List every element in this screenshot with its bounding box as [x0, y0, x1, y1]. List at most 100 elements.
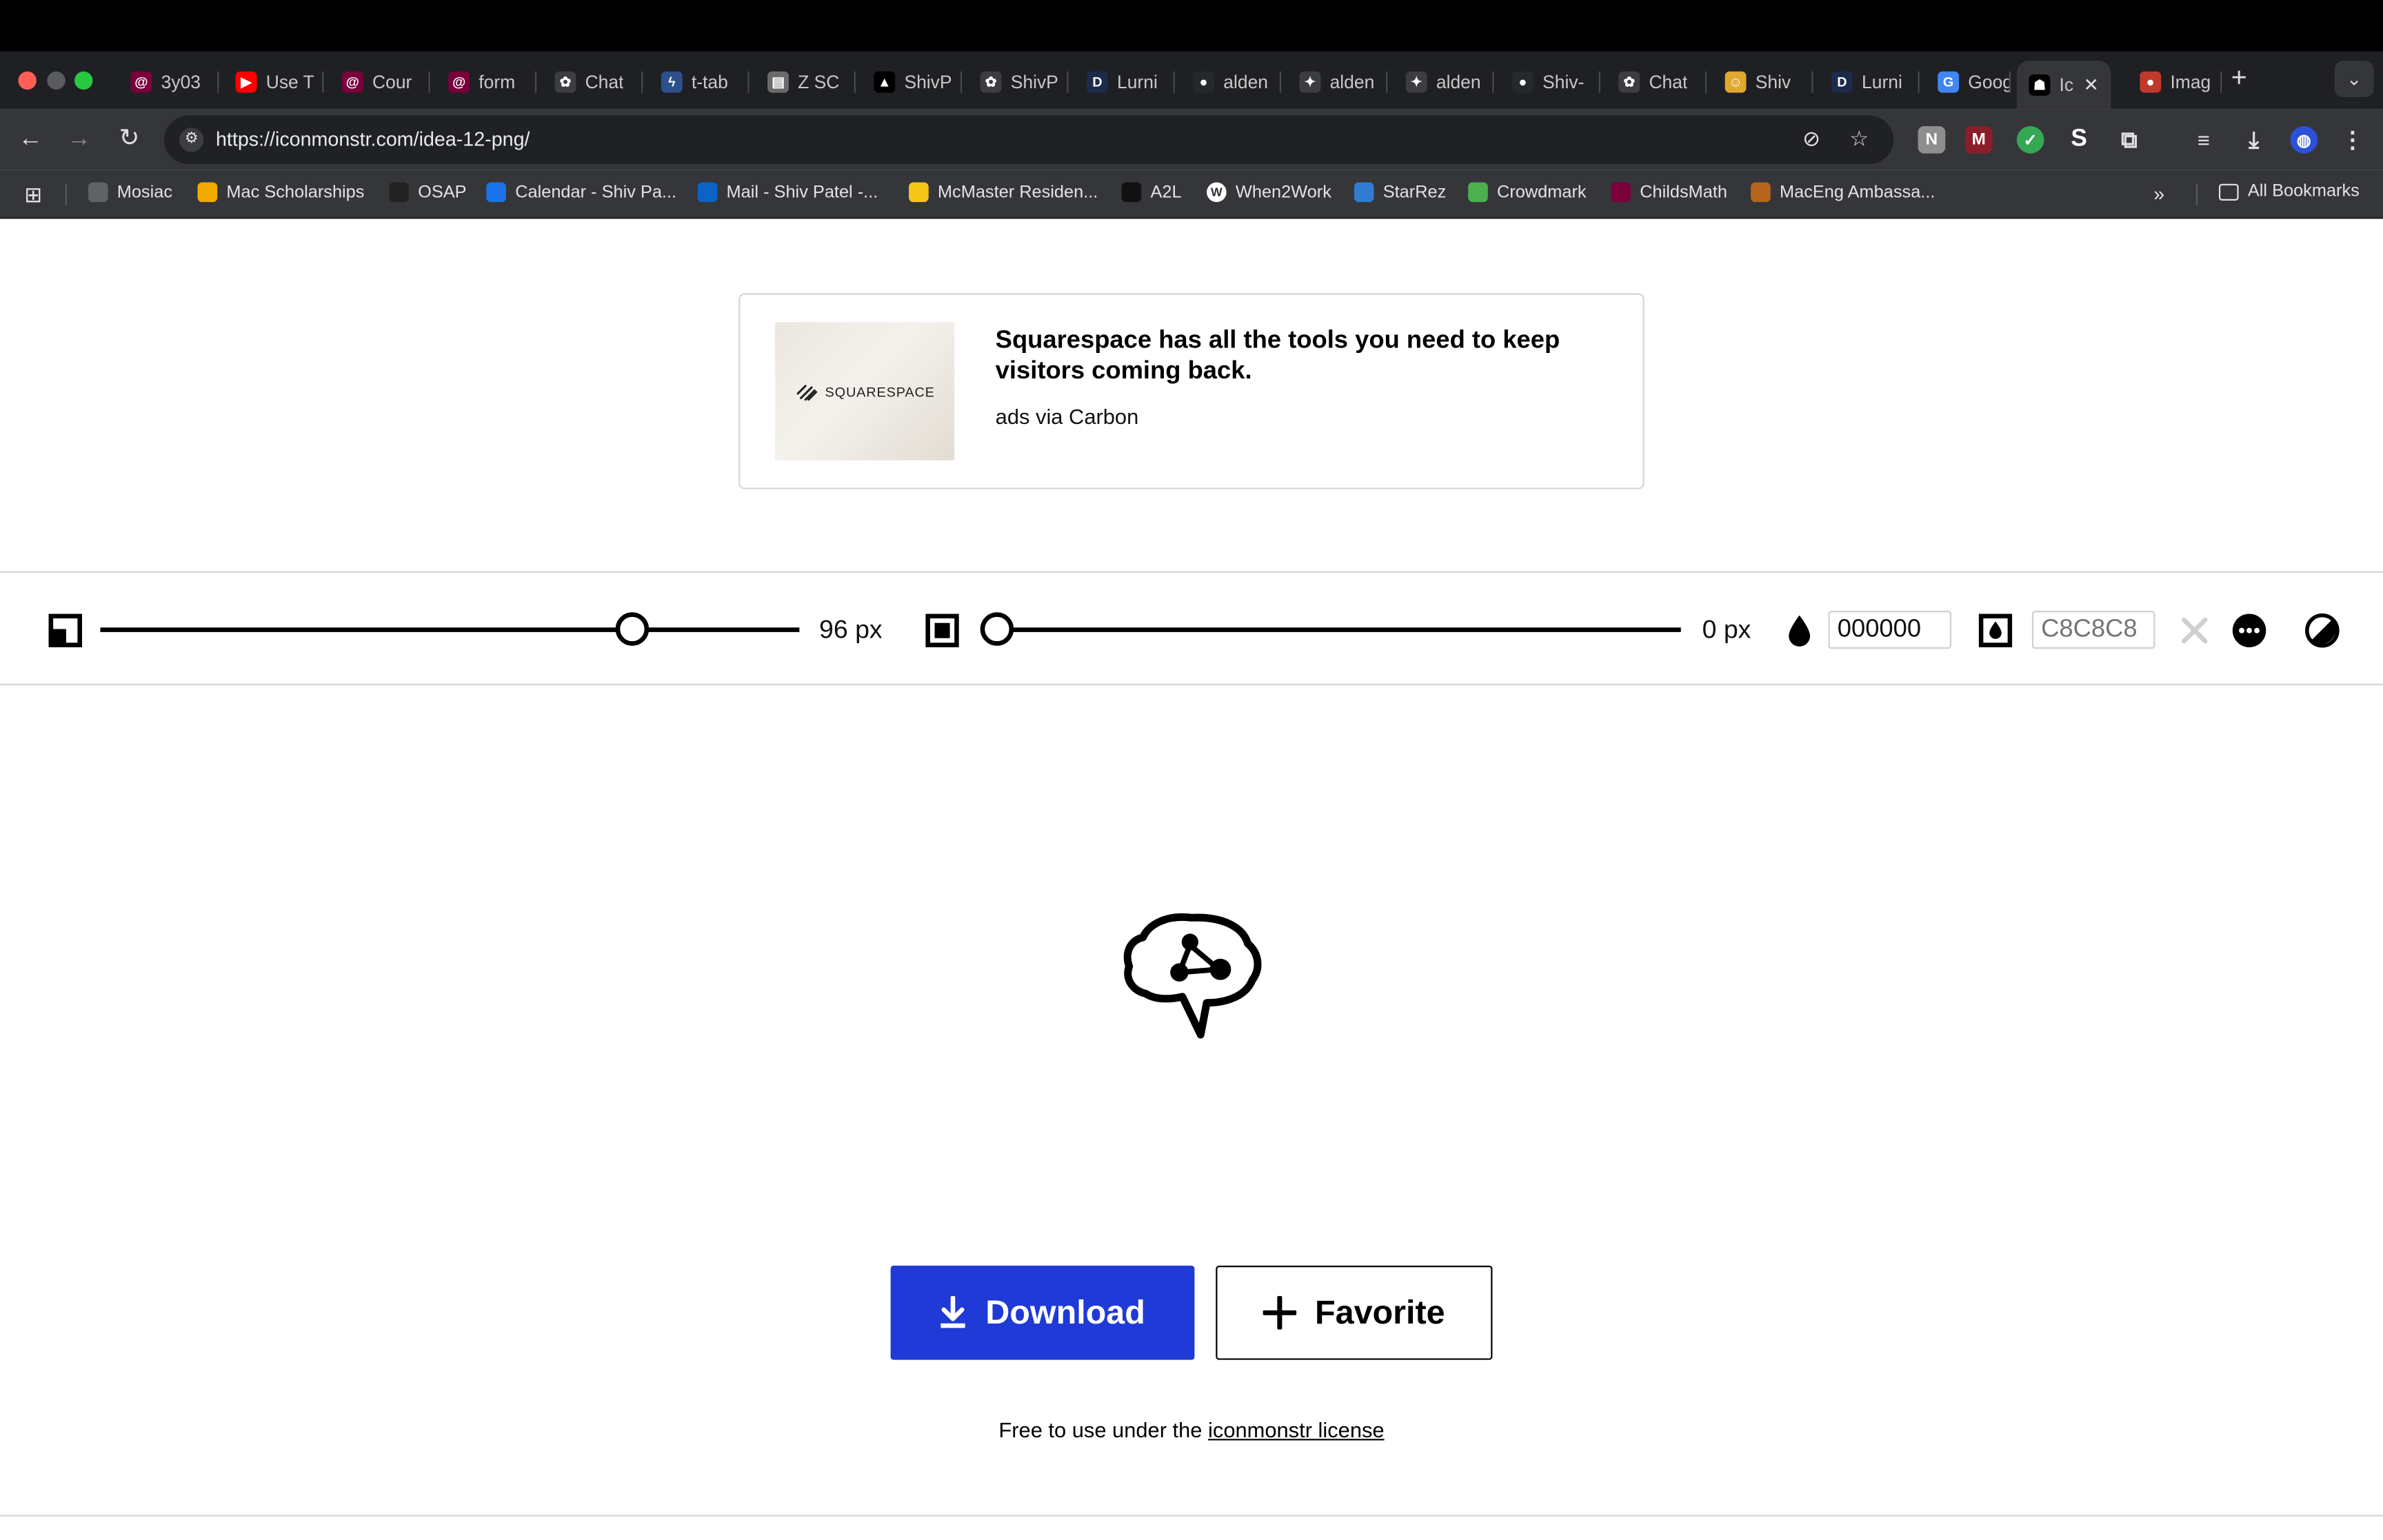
invert-contrast-icon[interactable]: [2304, 612, 2340, 649]
apps-grid-icon[interactable]: ⊞: [24, 182, 42, 207]
bookmark-item[interactable]: Mail - Shiv Patel -...: [697, 182, 878, 203]
bookmark-item[interactable]: W When2Work: [1207, 182, 1331, 203]
browser-tab-label: Shiv: [1755, 71, 1791, 93]
browser-tab-label: form: [479, 71, 516, 93]
browser-tab[interactable]: @ form: [436, 61, 537, 103]
plus-icon: [1263, 1296, 1297, 1330]
bookmark-item[interactable]: MacEng Ambassa...: [1751, 182, 1935, 203]
tab-separator: [641, 71, 643, 93]
profile-avatar-icon[interactable]: ◍: [2290, 125, 2318, 154]
browser-tab-label: Chat: [1649, 71, 1688, 93]
bookmark-item[interactable]: Crowdmark: [1468, 182, 1587, 203]
eye-off-icon[interactable]: ⊘: [1802, 126, 1820, 152]
browser-tab[interactable]: ✿ Chat: [1607, 61, 1707, 103]
bookmark-item[interactable]: ChildsMath: [1611, 182, 1727, 203]
browser-tab[interactable]: G Goog: [1926, 61, 2011, 103]
browser-tab[interactable]: ☗ Ic ✕: [2016, 61, 2111, 110]
icon-color-input[interactable]: [1828, 611, 1952, 649]
minimize-window-dot[interactable]: [47, 71, 66, 90]
tab-separator: [534, 71, 537, 93]
tab-separator: [1598, 71, 1600, 93]
padding-slider-handle[interactable]: [980, 612, 1014, 646]
bookmark-item[interactable]: A2L: [1121, 182, 1182, 203]
download-button[interactable]: Download: [890, 1266, 1195, 1360]
size-slider-handle[interactable]: [614, 612, 649, 646]
new-tab-button[interactable]: +: [2231, 64, 2247, 92]
browser-tab[interactable]: @3y03: [119, 61, 219, 103]
bookmark-item[interactable]: Mosiac: [88, 182, 172, 203]
all-bookmarks-button[interactable]: All Bookmarks: [2218, 182, 2360, 201]
bookmark-label: When2Work: [1235, 183, 1331, 202]
page-divider: [0, 1514, 2383, 1517]
more-options-icon[interactable]: [2231, 612, 2268, 649]
browser-tab[interactable]: ▶ Use T: [223, 61, 324, 103]
carbon-ad[interactable]: SQUARESPACE Squarespace has all the tool…: [738, 293, 1645, 489]
padding-icon: [925, 614, 959, 647]
browser-tab[interactable]: D Lurni: [1819, 61, 1920, 103]
mcmaster-icon: @: [130, 71, 152, 93]
reload-button[interactable]: ↻: [114, 125, 144, 155]
reading-list-icon[interactable]: ≡: [2190, 126, 2218, 154]
bookmark-item[interactable]: Mac Scholarships: [197, 182, 364, 203]
tab-separator: [2220, 71, 2222, 93]
address-bar[interactable]: ⚙ https://iconmonstr.com/idea-12-png/ ⊘ …: [164, 115, 1894, 165]
maximize-window-dot[interactable]: [74, 71, 93, 90]
tab-separator: [1705, 71, 1707, 93]
bookmark-item[interactable]: OSAP: [389, 182, 467, 203]
address-url[interactable]: https://iconmonstr.com/idea-12-png/: [216, 128, 530, 150]
license-link[interactable]: iconmonstr license: [1208, 1417, 1385, 1441]
bookmark-item[interactable]: McMaster Residen...: [909, 182, 1098, 203]
extension-green-icon[interactable]: ✓: [2016, 125, 2044, 154]
forward-button[interactable]: →: [64, 125, 94, 155]
browser-tab[interactable]: ● alden: [1181, 61, 1282, 103]
avatar-icon: ●: [2140, 71, 2162, 93]
browser-tab-label: alden: [1329, 71, 1375, 93]
site-info-icon[interactable]: ⚙: [179, 128, 204, 152]
extensions-puzzle-icon[interactable]: ⧉: [2115, 126, 2143, 154]
browser-tab[interactable]: ▲ ShivP: [862, 61, 963, 103]
sparkle-icon: ✦: [1299, 71, 1321, 93]
browser-tab[interactable]: ✦ alden: [1394, 61, 1494, 103]
bookmark-star-icon[interactable]: ☆: [1849, 126, 1869, 152]
browser-tab[interactable]: ✦ alden: [1287, 61, 1388, 103]
extension-red-icon[interactable]: M: [1964, 125, 1993, 154]
bookmark-item[interactable]: StarRez: [1354, 182, 1446, 203]
background-color-input[interactable]: [2031, 611, 2155, 649]
padding-value: 0 px: [1702, 615, 1751, 645]
browser-tab[interactable]: ▤ Z SC: [755, 61, 856, 103]
browser-tab[interactable]: ✿ ShivP: [968, 61, 1069, 103]
bookmark-item[interactable]: Calendar - Shiv Pa...: [486, 182, 676, 203]
browser-tab[interactable]: ✿ Chat: [543, 61, 643, 103]
browser-tab[interactable]: ☺ Shiv: [1713, 61, 1813, 103]
ad-title[interactable]: Squarespace has all the tools you need t…: [996, 325, 1604, 386]
browser-tab[interactable]: ● Imag: [2128, 61, 2222, 103]
size-value: 96 px: [819, 615, 883, 645]
browser-tab-label: Ic: [2059, 74, 2074, 96]
padding-slider-track[interactable]: [985, 627, 1681, 632]
ad-image[interactable]: SQUARESPACE: [775, 322, 955, 460]
tab-search-button[interactable]: ⌄: [2334, 61, 2374, 98]
ad-via-carbon[interactable]: ads via Carbon: [996, 404, 1139, 428]
color-drop-icon: [1789, 615, 1811, 647]
more-bookmarks-icon[interactable]: »: [2153, 182, 2164, 205]
extension-s-icon[interactable]: S: [2065, 126, 2093, 154]
browser-tab[interactable]: @ Cour: [330, 61, 430, 103]
browser-menu-icon[interactable]: ⋮: [2339, 126, 2366, 153]
tab-separator: [1811, 71, 1813, 93]
browser-tab[interactable]: ϟ t-tab: [649, 61, 750, 103]
close-tab-icon[interactable]: ✕: [2084, 74, 2099, 96]
back-button[interactable]: ←: [15, 125, 46, 155]
extension-grammarly-icon[interactable]: N: [1918, 125, 1946, 154]
size-slider-track[interactable]: [100, 627, 800, 632]
clear-background-icon[interactable]: [2180, 616, 2210, 646]
bookmark-label: Crowdmark: [1497, 183, 1587, 202]
browser-tab[interactable]: D Lurni: [1074, 61, 1175, 103]
tab-separator: [1386, 71, 1388, 93]
close-window-dot[interactable]: [18, 71, 37, 90]
shield-icon: [389, 182, 409, 203]
downloads-icon[interactable]: ⤓: [2240, 126, 2268, 154]
browser-tab[interactable]: ● Shiv-: [1500, 61, 1600, 103]
favorite-button[interactable]: Favorite: [1216, 1266, 1493, 1360]
all-bookmarks-label: All Bookmarks: [2247, 182, 2360, 201]
bookmark-label: MacEng Ambassa...: [1780, 183, 1935, 202]
